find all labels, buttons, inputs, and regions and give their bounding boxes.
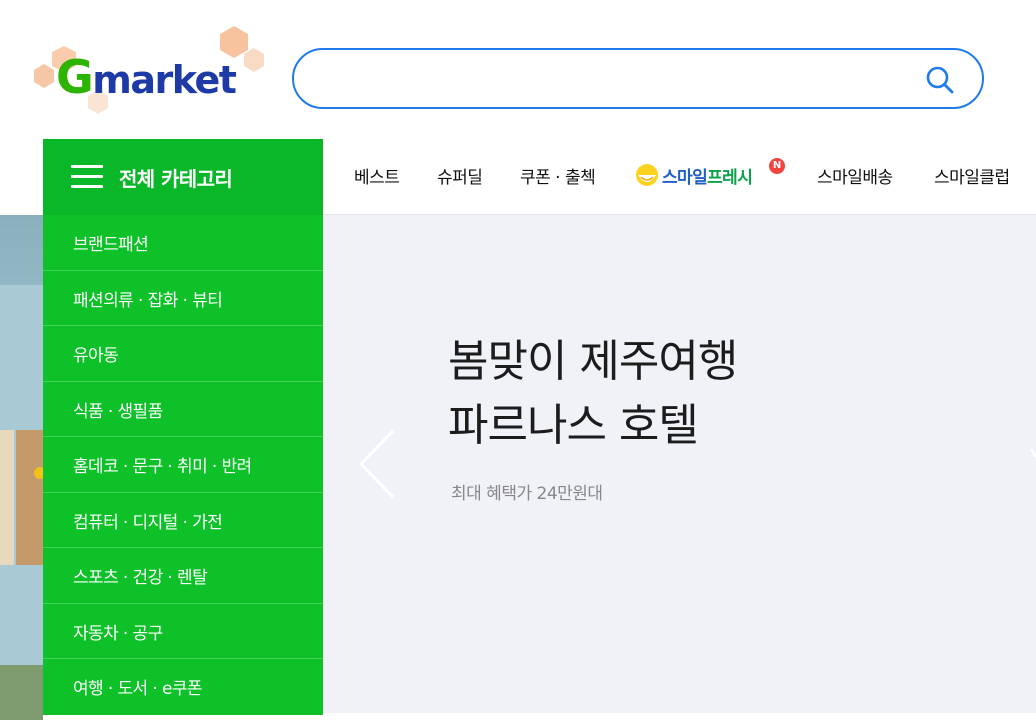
category-item-travel[interactable]: 여행 · 도서 · e쿠폰 — [43, 659, 323, 715]
hero-prev-button[interactable] — [353, 429, 403, 499]
chevron-right-icon — [1029, 448, 1036, 458]
background-banner-peek — [0, 215, 43, 720]
search-button[interactable] — [924, 64, 956, 96]
category-label: 여행 · 도서 · e쿠폰 — [73, 679, 203, 699]
top-nav: 베스트 슈퍼딜 쿠폰 · 출첵 스마일프레시 N 스마일배송 스마일클럽 — [323, 139, 1036, 215]
category-item-sports[interactable]: 스포츠 · 건강 · 렌탈 — [43, 548, 323, 604]
nav-coupon-checkin[interactable]: 쿠폰 · 출첵 — [520, 163, 596, 188]
category-label: 홈데코 · 문구 · 취미 · 반려 — [73, 457, 252, 477]
category-item-food[interactable]: 식품 · 생필품 — [43, 382, 323, 437]
category-item-home[interactable]: 홈데코 · 문구 · 취미 · 반려 — [43, 437, 323, 493]
smile-fresh-label: 스마일프레시 — [662, 163, 753, 188]
logo-wordmark: Gmarket — [56, 54, 237, 102]
smile-face-icon — [636, 164, 658, 186]
nav-smile-club[interactable]: 스마일클럽 — [934, 163, 1010, 188]
hero-title-line2: 파르나스 호텔 — [448, 400, 699, 451]
logo-market: market — [92, 58, 237, 102]
hamburger-icon — [71, 165, 103, 189]
search-icon — [926, 66, 954, 94]
category-label: 유아동 — [73, 346, 119, 366]
hero-banner[interactable]: 봄맞이 제주여행 파르나스 호텔 최대 혜택가 24만원대 — [323, 215, 1036, 713]
hero-subtitle: 최대 혜택가 24만원대 — [451, 484, 603, 504]
category-item-brand-fashion[interactable]: 브랜드패션 — [43, 215, 323, 271]
smile-fresh-part2: 프레시 — [707, 168, 753, 188]
category-panel: 전체 카테고리 브랜드패션 패션의류 · 잡화 · 뷰티 유아동 식품 · 생필… — [43, 139, 323, 715]
category-item-kids[interactable]: 유아동 — [43, 326, 323, 382]
search-input[interactable] — [318, 60, 918, 98]
banner-peek-art — [0, 285, 43, 720]
new-badge: N — [769, 158, 785, 174]
category-item-auto[interactable]: 자동차 · 공구 — [43, 604, 323, 659]
category-label: 패션의류 · 잡화 · 뷰티 — [73, 290, 223, 311]
category-label: 컴퓨터 · 디지털 · 가전 — [73, 512, 223, 533]
category-item-digital[interactable]: 컴퓨터 · 디지털 · 가전 — [43, 493, 323, 548]
gmarket-logo[interactable]: Gmarket — [30, 26, 275, 118]
category-label: 식품 · 생필품 — [73, 401, 163, 422]
nav-smile-delivery[interactable]: 스마일배송 — [817, 163, 893, 188]
category-list: 브랜드패션 패션의류 · 잡화 · 뷰티 유아동 식품 · 생필품 홈데코 · … — [43, 215, 323, 715]
category-label: 스포츠 · 건강 · 렌탈 — [73, 568, 208, 588]
category-label: 브랜드패션 — [73, 235, 149, 255]
all-category-label: 전체 카테고리 — [119, 167, 233, 191]
category-label: 자동차 · 공구 — [73, 623, 163, 644]
chevron-left-icon — [358, 429, 395, 499]
category-item-fashion-beauty[interactable]: 패션의류 · 잡화 · 뷰티 — [43, 271, 323, 326]
smile-fresh-part1: 스마일 — [662, 168, 708, 188]
nav-superdeal[interactable]: 슈퍼딜 — [437, 163, 483, 188]
hero-next-button[interactable] — [1029, 447, 1036, 479]
nav-best[interactable]: 베스트 — [354, 163, 400, 188]
all-category-button[interactable]: 전체 카테고리 — [43, 139, 323, 215]
search-bar — [292, 48, 984, 109]
hero-title-line1: 봄맞이 제주여행 — [448, 336, 738, 387]
hero-title: 봄맞이 제주여행 파르나스 호텔 — [448, 330, 738, 458]
logo-g: G — [56, 50, 94, 104]
